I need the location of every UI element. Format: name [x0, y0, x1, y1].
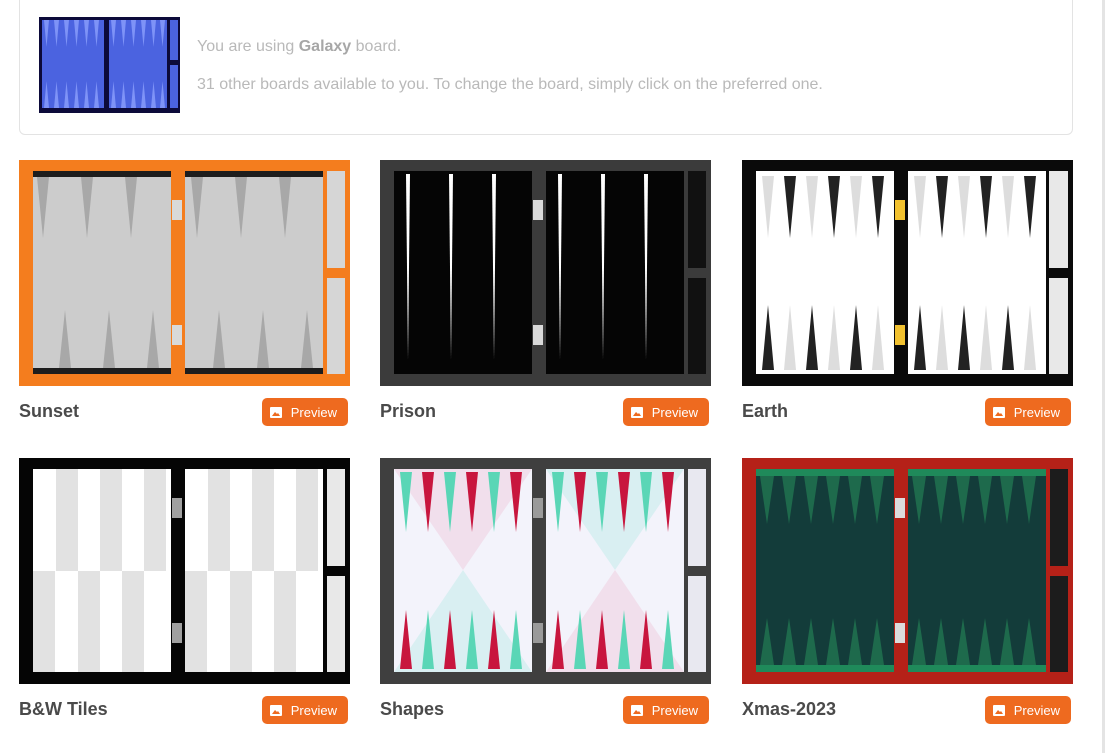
current-board-prefix: You are using	[197, 38, 299, 55]
board-footer: Earth Preview	[742, 398, 1073, 438]
board-card-xmas-2023: Xmas-2023 Preview	[742, 458, 1073, 736]
preview-button-label: Preview	[1013, 404, 1060, 420]
board-footer: Xmas-2023 Preview	[742, 696, 1073, 736]
board-name: B&W Tiles	[19, 699, 108, 719]
board-card-sunset: Sunset Preview	[19, 160, 350, 438]
current-board-suffix: board.	[351, 38, 402, 55]
current-board-name: Galaxy	[298, 38, 352, 55]
board-name: Prison	[380, 401, 437, 421]
image-icon	[269, 406, 282, 418]
image-icon	[992, 406, 1005, 418]
preview-button-prison[interactable]: Preview	[622, 398, 709, 426]
preview-button-label: Preview	[651, 404, 698, 420]
board-name: Earth	[742, 401, 789, 421]
board-footer: Shapes Preview	[380, 696, 711, 736]
xmas-2023-board-thumbnail[interactable]	[742, 458, 1073, 684]
galaxy-board-thumbnail[interactable]	[39, 17, 180, 113]
preview-button-earth[interactable]: Preview	[984, 398, 1071, 426]
board-footer: B&W Tiles Preview	[19, 696, 350, 736]
preview-button-label: Preview	[651, 702, 698, 718]
current-board-text: You are using Galaxy board.	[197, 38, 401, 56]
preview-button-xmas-2023[interactable]: Preview	[984, 696, 1071, 724]
board-footer: Sunset Preview	[19, 398, 350, 438]
earth-board-thumbnail[interactable]	[742, 160, 1073, 386]
image-icon	[630, 406, 643, 418]
board-selection-page: You are using Galaxy board. 31 other boa…	[0, 0, 1105, 753]
bw-tiles-board-thumbnail[interactable]	[19, 458, 350, 684]
board-card-bw-tiles: B&W Tiles Preview	[19, 458, 350, 736]
preview-button-bw-tiles[interactable]: Preview	[261, 696, 348, 724]
board-card-prison: Prison Preview	[380, 160, 711, 438]
board-name: Shapes	[380, 699, 445, 719]
boards-available-hint: 31 other boards available to you. To cha…	[197, 76, 823, 93]
board-footer: Prison Preview	[380, 398, 711, 438]
board-card-earth: Earth Preview	[742, 160, 1073, 438]
preview-button-shapes[interactable]: Preview	[622, 696, 709, 724]
shapes-board-thumbnail[interactable]	[380, 458, 711, 684]
preview-button-label: Preview	[1013, 702, 1060, 718]
image-icon	[269, 704, 282, 716]
board-name: Xmas-2023	[742, 699, 837, 719]
image-icon	[992, 704, 1005, 716]
board-card-shapes: Shapes Preview	[380, 458, 711, 736]
board-name: Sunset	[19, 401, 80, 421]
prison-board-thumbnail[interactable]	[380, 160, 711, 386]
current-board-card: You are using Galaxy board. 31 other boa…	[19, 0, 1073, 135]
preview-button-label: Preview	[290, 702, 337, 718]
preview-button-label: Preview	[290, 404, 337, 420]
preview-button-sunset[interactable]: Preview	[261, 398, 348, 426]
sunset-board-thumbnail[interactable]	[19, 160, 350, 386]
image-icon	[630, 704, 643, 716]
